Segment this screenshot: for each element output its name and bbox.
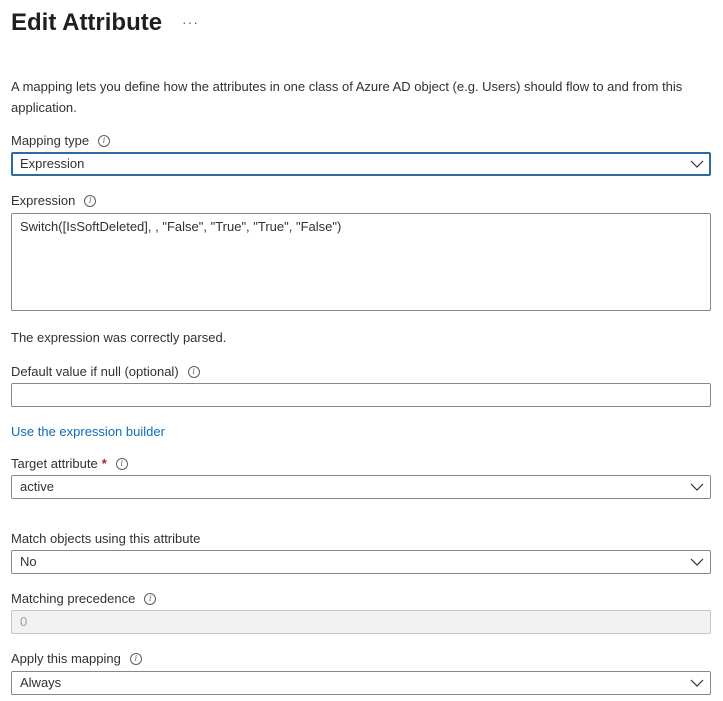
expression-value: Switch([IsSoftDeleted], , "False", "True…	[20, 219, 342, 234]
mapping-type-dropdown[interactable]: Expression	[11, 152, 711, 176]
expression-builder-link[interactable]: Use the expression builder	[11, 423, 165, 441]
expression-status: The expression was correctly parsed.	[11, 330, 227, 345]
info-icon[interactable]: i	[144, 593, 157, 605]
match-objects-value: No	[20, 554, 37, 569]
matching-precedence-label: Matching precedence i	[11, 590, 157, 608]
expression-label: Expression i	[11, 192, 97, 210]
apply-mapping-label-text: Apply this mapping	[11, 651, 121, 666]
target-attribute-value: active	[20, 479, 54, 494]
info-icon[interactable]: i	[187, 366, 200, 378]
default-value-label: Default value if null (optional) i	[11, 363, 200, 381]
target-attribute-label-text: Target attribute	[11, 456, 98, 471]
apply-mapping-dropdown[interactable]: Always	[11, 671, 711, 695]
matching-precedence-label-text: Matching precedence	[11, 591, 136, 606]
match-objects-dropdown[interactable]: No	[11, 550, 711, 574]
expression-label-text: Expression	[11, 193, 76, 208]
mapping-type-label-text: Mapping type	[11, 133, 90, 148]
mapping-type-label: Mapping type i	[11, 132, 111, 150]
info-icon[interactable]: i	[115, 458, 128, 470]
chevron-down-icon	[690, 483, 704, 491]
info-icon[interactable]: i	[84, 195, 97, 207]
mapping-type-value: Expression	[20, 156, 85, 171]
more-icon[interactable]: ···	[182, 10, 199, 34]
target-attribute-label: Target attribute * i	[11, 455, 128, 473]
chevron-down-icon	[690, 160, 704, 168]
apply-mapping-value: Always	[20, 675, 62, 690]
description-text: A mapping lets you define how the attrib…	[11, 79, 683, 115]
info-icon[interactable]: i	[98, 135, 111, 147]
target-attribute-dropdown[interactable]: active	[11, 475, 711, 499]
expression-textarea[interactable]: Switch([IsSoftDeleted], , "False", "True…	[11, 213, 711, 311]
chevron-down-icon	[690, 558, 704, 566]
default-value-input[interactable]	[11, 383, 711, 407]
apply-mapping-label: Apply this mapping i	[11, 650, 142, 668]
matching-precedence-input: 0	[11, 610, 711, 634]
required-marker: *	[101, 456, 107, 471]
info-icon[interactable]: i	[129, 653, 142, 665]
matching-precedence-value: 0	[20, 614, 28, 629]
match-objects-label: Match objects using this attribute	[11, 530, 200, 548]
default-value-label-text: Default value if null (optional)	[11, 364, 179, 379]
match-objects-label-text: Match objects using this attribute	[11, 531, 201, 546]
page-title: Edit Attribute	[11, 9, 163, 36]
chevron-down-icon	[690, 679, 704, 687]
